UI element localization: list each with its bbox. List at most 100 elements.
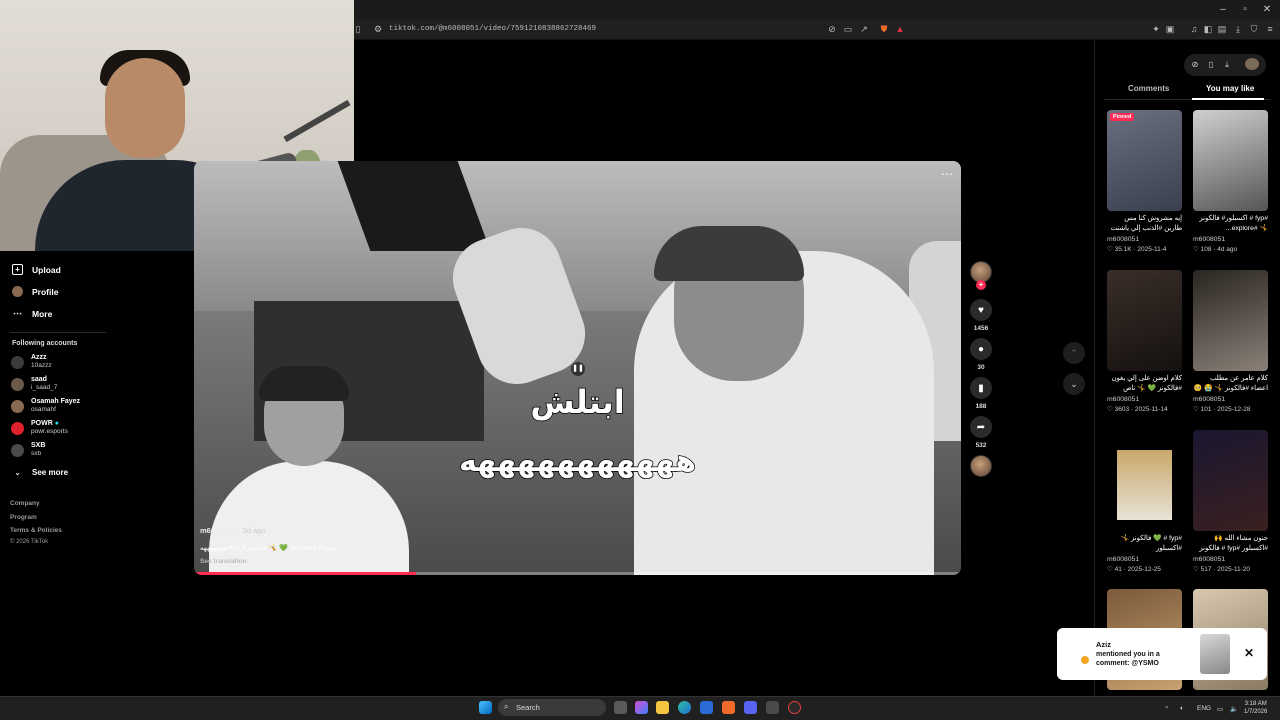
download-icon[interactable]: ⤓	[1232, 24, 1244, 35]
tabs-icon[interactable]: ▤	[1216, 24, 1228, 35]
tab-you-may-like[interactable]: You may like	[1206, 84, 1254, 93]
close-window-button[interactable]: ✕	[1260, 4, 1274, 15]
card-user[interactable]: m6008051	[1107, 396, 1182, 403]
account-item[interactable]: Osamah Fayez osamahf	[11, 398, 80, 414]
tray-app-icon[interactable]: ◐	[1180, 705, 1184, 712]
pause-icon[interactable]: ❚❚	[571, 362, 585, 376]
extensions-icon[interactable]: ✦	[1150, 24, 1162, 35]
close-icon[interactable]: ✕	[1244, 646, 1254, 660]
language-indicator[interactable]: ENG	[1197, 705, 1211, 712]
account-item[interactable]: saad i_saad_7	[11, 376, 57, 392]
video-card[interactable]: كلام عامر عن مطلب اعضاء #فالكونز 🤸 😭 🥺 #…	[1193, 270, 1268, 413]
file-explorer-icon[interactable]	[656, 701, 669, 714]
volume-icon[interactable]: 🔈	[1230, 705, 1238, 713]
wallet-icon[interactable]: ▣	[1164, 24, 1176, 35]
card-user[interactable]: m6008051	[1193, 396, 1268, 403]
account-handle: 10azzz	[31, 362, 52, 369]
card-user[interactable]: m6008051	[1193, 556, 1268, 563]
tab-comments[interactable]: Comments	[1128, 84, 1169, 93]
network-icon[interactable]: ▭	[1217, 705, 1223, 713]
card-title[interactable]: كلام عامر عن مطلب اعضاء #فالكونز 🤸 😭 🥺 #…	[1193, 374, 1268, 394]
task-view-icon[interactable]	[614, 701, 627, 714]
account-name: SXB	[31, 442, 46, 449]
card-title[interactable]: #fyp # 💚 فالكونز 🤸 #اكسبلور	[1107, 534, 1182, 554]
card-title[interactable]: إيه مشروش كنا مس طارين #الذنب إلي ياشنت …	[1107, 214, 1182, 234]
see-more-button[interactable]: ⌄ See more	[12, 467, 68, 478]
mention-notification[interactable]: Aziz mentioned you in a comment: @YSMO ✕	[1057, 628, 1267, 680]
menu-icon[interactable]: ≡	[1264, 24, 1276, 34]
account-item[interactable]: POWR ● powr.esports	[11, 420, 68, 436]
video-thumbnail[interactable]	[1193, 430, 1268, 531]
card-user[interactable]: m6008051	[1107, 556, 1182, 563]
video-thumbnail[interactable]	[1107, 430, 1182, 531]
discord-icon[interactable]	[744, 701, 757, 714]
video-player[interactable]: ❚❚ ابتلش هههههههههههه ⋯ m6008051 · 3d ag…	[194, 161, 961, 575]
start-icon[interactable]	[479, 701, 492, 714]
see-translation-link[interactable]: See translation	[200, 558, 247, 565]
card-user[interactable]: m6008051	[1107, 236, 1182, 243]
video-card[interactable]: Pinned إيه مشروش كنا مس طارين #الذنب إلي…	[1107, 110, 1182, 253]
clock[interactable]: 3:18 AM 1/7/2026	[1244, 700, 1267, 716]
maximize-button[interactable]: ▫	[1238, 4, 1252, 15]
sound-avatar[interactable]	[970, 455, 992, 477]
video-card[interactable]: #fyp # 💚 فالكونز 🤸 #اكسبلور m6008051 ♡ 4…	[1107, 430, 1182, 573]
video-card[interactable]: #fyp # اكسبلور# فالكونز 🤸 #explore... m6…	[1193, 110, 1268, 253]
brave-icon[interactable]	[722, 701, 735, 714]
sidebar-icon[interactable]: ◧	[1202, 24, 1214, 35]
video-caption-line1: ابتلش	[530, 382, 626, 422]
more-options-icon[interactable]: ⋯	[941, 167, 953, 181]
follow-plus-icon[interactable]: +	[976, 280, 986, 290]
tray-chevron-icon[interactable]: ⌃	[1164, 705, 1169, 713]
video-description: هههههههه#fyp #فالكونز 🤸 💚 #explore #ضبح …	[200, 545, 344, 552]
video-card[interactable]: كلام اوضن على إلي يغون #فالكونز 💚 🤸 ناص …	[1107, 270, 1182, 413]
nav-upload[interactable]: + Upload	[12, 264, 61, 275]
comment-button[interactable]: ●	[970, 338, 992, 360]
nav-more[interactable]: ⋯ More	[12, 308, 52, 319]
video-thumbnail[interactable]	[1193, 270, 1268, 371]
like-button[interactable]: ♥	[970, 299, 992, 321]
card-title[interactable]: كلام اوضن على إلي يغون #فالكونز 💚 🤸 ناص	[1107, 374, 1182, 394]
footer-program[interactable]: Program	[10, 514, 37, 521]
store-icon[interactable]	[700, 701, 713, 714]
card-title[interactable]: #fyp # اكسبلور# فالكونز 🤸 #explore...	[1193, 214, 1268, 234]
next-video-button[interactable]: ⌄	[1063, 373, 1085, 395]
account-handle: powr.esports	[31, 428, 68, 435]
video-author[interactable]: m6008051 · 3d ago	[200, 526, 266, 535]
site-info-icon[interactable]: ⚙	[372, 24, 384, 35]
copilot-icon[interactable]	[635, 701, 648, 714]
brave-rewards-icon[interactable]: ▲	[894, 24, 906, 34]
nav-profile[interactable]: Profile	[12, 286, 58, 297]
music-icon[interactable]: ♫	[1188, 24, 1200, 34]
share-button[interactable]: ➦	[970, 416, 992, 438]
card-user[interactable]: m6008051	[1193, 236, 1268, 243]
vpn-icon[interactable]: ⛉	[1248, 24, 1260, 35]
share-arrow-icon: ➦	[976, 421, 986, 433]
video-thumbnail[interactable]	[1193, 110, 1268, 211]
phone-icon[interactable]: ▯	[1206, 60, 1216, 69]
previous-video-button[interactable]: ⌃	[1063, 342, 1085, 364]
footer-terms[interactable]: Terms & Policies	[10, 527, 62, 534]
brave-shield-icon[interactable]: ⛊	[878, 24, 890, 35]
download-icon[interactable]: ⤓	[1222, 60, 1232, 70]
video-card[interactable]: جنون مشاء الله 🙌 #اكسبلور #fyp # فالكونز…	[1193, 430, 1268, 573]
save-button[interactable]: ▮	[970, 377, 992, 399]
taskbar-search[interactable]: Search	[498, 699, 606, 716]
video-thumbnail[interactable]	[1107, 270, 1182, 371]
card-title[interactable]: جنون مشاء الله 🙌 #اكسبلور #fyp # فالكونز	[1193, 534, 1268, 554]
video-thumbnail[interactable]: Pinned	[1107, 110, 1182, 211]
mute-icon[interactable]: ⊘	[826, 24, 838, 35]
edge-icon[interactable]	[678, 701, 691, 714]
nav-profile-label: Profile	[32, 286, 59, 297]
account-item[interactable]: Azzz 10azzz	[11, 354, 52, 370]
app-icon[interactable]	[766, 701, 779, 714]
minimize-button[interactable]: –	[1216, 4, 1230, 15]
obs-icon[interactable]	[788, 701, 801, 714]
url-text[interactable]: tiktok.com/@m6008051/video/7591210838862…	[389, 25, 596, 33]
notification-thumbnail[interactable]	[1200, 634, 1230, 674]
footer-company[interactable]: Company	[10, 500, 40, 507]
share-icon[interactable]: ↗	[858, 24, 870, 35]
cast-icon[interactable]: ▭	[842, 24, 854, 35]
compass-icon[interactable]: ⊘	[1190, 60, 1200, 69]
avatar[interactable]	[1245, 58, 1259, 70]
account-item[interactable]: SXB sxb	[11, 442, 45, 458]
